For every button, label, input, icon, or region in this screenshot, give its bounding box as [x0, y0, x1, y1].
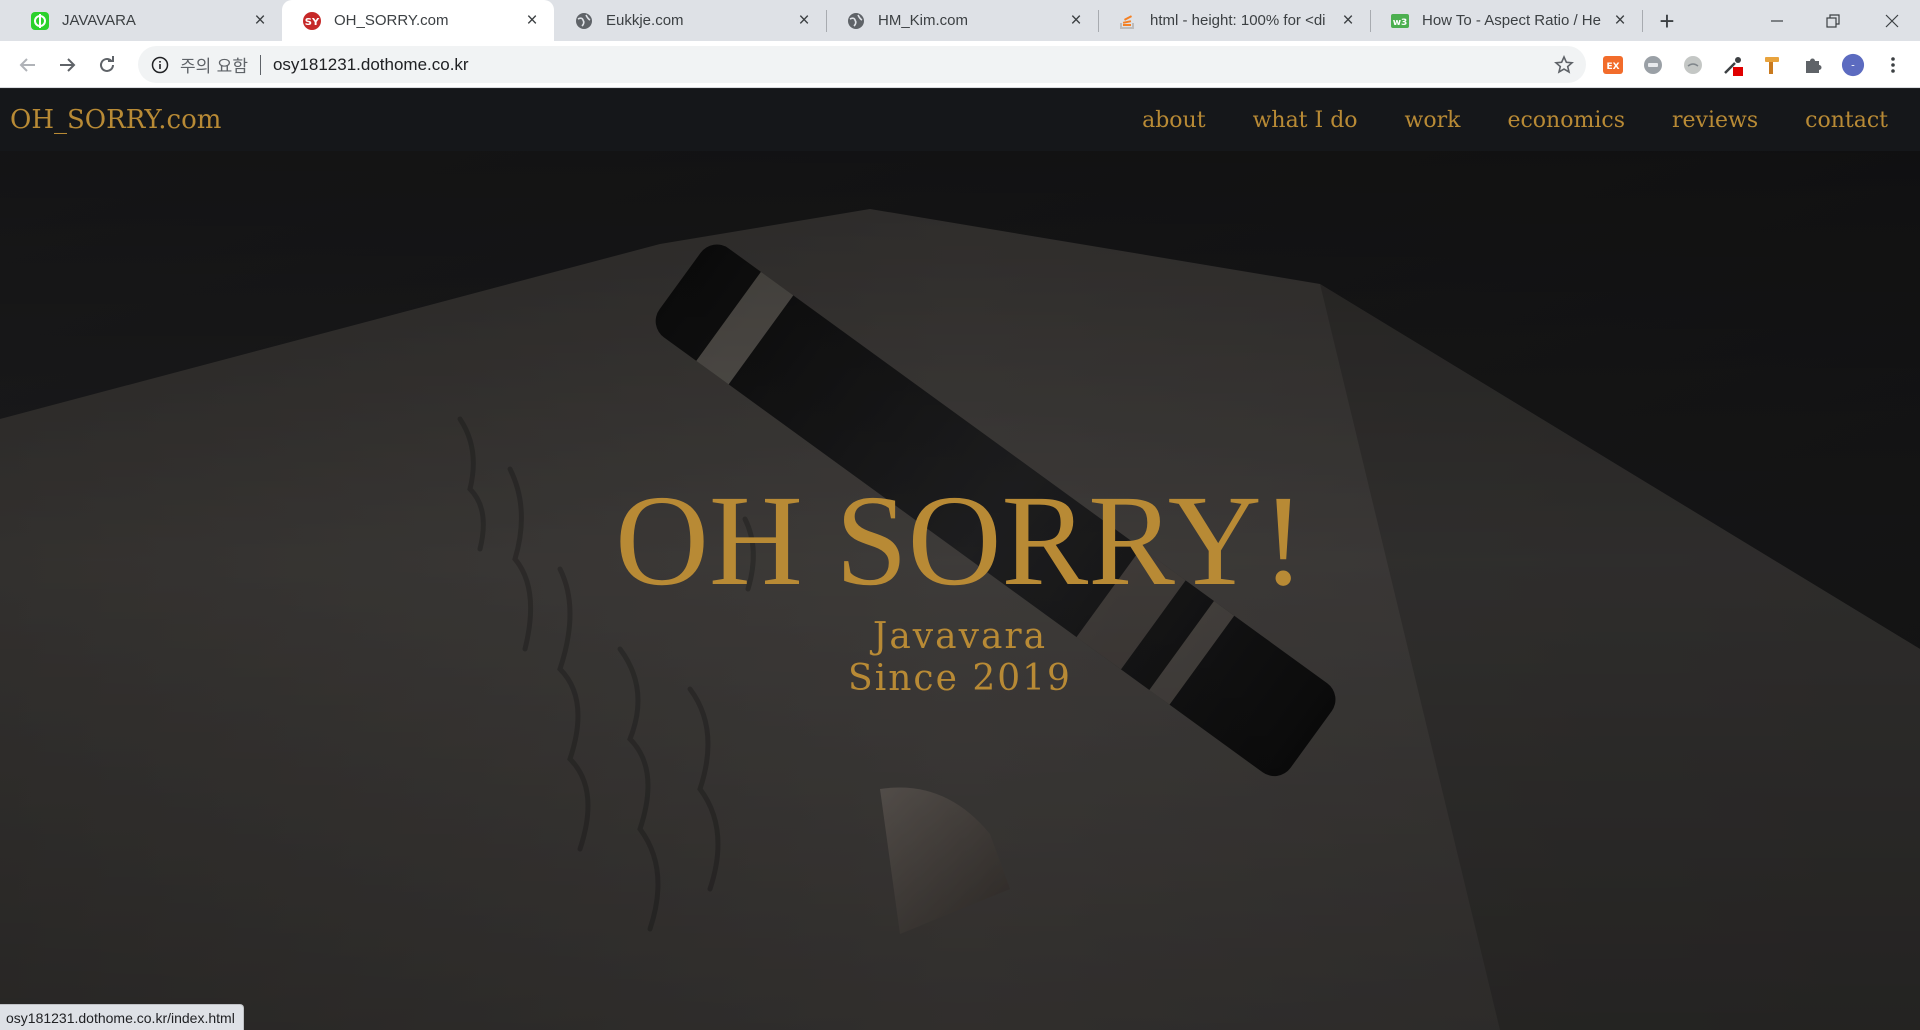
- stackoverflow-icon: [1118, 11, 1138, 31]
- minimize-icon: [1771, 19, 1783, 22]
- svg-text:-: -: [1851, 61, 1855, 72]
- hammer-extension-icon[interactable]: [1761, 53, 1785, 77]
- tab-title: JAVAVARA: [62, 12, 136, 29]
- tab-hm-kim[interactable]: HM_Kim.com ×: [826, 0, 1098, 41]
- nav-about[interactable]: about: [1142, 108, 1205, 133]
- close-icon: [1885, 14, 1899, 27]
- tab-title: OH_SORRY.com: [334, 12, 449, 29]
- tab-oh-sorry[interactable]: SY OH_SORRY.com ×: [282, 0, 554, 41]
- globe-icon: [846, 11, 866, 31]
- restore-button[interactable]: [1805, 0, 1861, 41]
- url-text[interactable]: osy181231.dothome.co.kr: [273, 55, 469, 75]
- forward-arrow-icon: [60, 58, 76, 72]
- new-tab-button[interactable]: +: [1652, 6, 1682, 36]
- site-menu: about what I do work economics reviews c…: [1142, 89, 1920, 151]
- hero-title: OH SORRY!: [615, 469, 1305, 613]
- hero-subtitle-name: Javavara: [872, 616, 1048, 657]
- tab-separator: [1642, 10, 1643, 32]
- svg-text:w3: w3: [1393, 18, 1408, 28]
- forward-button[interactable]: [51, 49, 83, 81]
- browser-toolbar: 주의 요함 osy181231.dothome.co.kr EX -: [0, 41, 1920, 88]
- close-tab-icon[interactable]: ×: [250, 10, 270, 31]
- ex-extension-icon[interactable]: EX: [1601, 53, 1625, 77]
- close-window-button[interactable]: [1864, 0, 1920, 41]
- puzzle-extensions-icon[interactable]: [1801, 53, 1825, 77]
- globe-icon: [574, 11, 594, 31]
- nav-what-i-do[interactable]: what I do: [1253, 108, 1358, 133]
- kebab-menu-icon[interactable]: [1881, 53, 1905, 77]
- site-navbar: OH_SORRY.com about what I do work econom…: [0, 89, 1920, 151]
- bookmark-star-icon[interactable]: [1552, 53, 1576, 77]
- tab-title: HM_Kim.com: [878, 12, 969, 29]
- profile-avatar[interactable]: -: [1841, 53, 1865, 77]
- tab-javavara[interactable]: JAVAVARA ×: [10, 0, 282, 41]
- back-arrow-icon: [19, 58, 35, 72]
- tab-strip: JAVAVARA × SY OH_SORRY.com × Eukkje.com …: [0, 0, 1920, 41]
- gray-extension-icon[interactable]: [1641, 53, 1665, 77]
- omnibox-divider: [259, 54, 261, 75]
- close-tab-icon[interactable]: ×: [1066, 10, 1086, 31]
- close-tab-icon[interactable]: ×: [522, 10, 542, 31]
- tab-stackoverflow[interactable]: html - height: 100% for <di ×: [1098, 0, 1370, 41]
- tab-title: How To - Aspect Ratio / He: [1422, 12, 1601, 29]
- svg-text:SY: SY: [305, 17, 320, 28]
- reload-icon: [100, 56, 114, 72]
- tab-eukkje[interactable]: Eukkje.com ×: [554, 0, 826, 41]
- link-status-bubble: osy181231.dothome.co.kr/index.html: [0, 1004, 244, 1030]
- nav-reviews[interactable]: reviews: [1672, 108, 1758, 133]
- eyedropper-extension-icon[interactable]: [1721, 53, 1745, 77]
- tab-title: Eukkje.com: [606, 12, 684, 29]
- address-bar[interactable]: 주의 요함 osy181231.dothome.co.kr: [138, 46, 1586, 83]
- nav-work[interactable]: work: [1405, 108, 1461, 133]
- oh-sorry-favicon-icon: SY: [302, 11, 322, 31]
- page-viewport: OH_SORRY.com about what I do work econom…: [0, 89, 1920, 1030]
- close-tab-icon[interactable]: ×: [794, 10, 814, 31]
- close-tab-icon[interactable]: ×: [1610, 10, 1630, 31]
- hero-subtitle-since: Since 2019: [848, 658, 1072, 699]
- restore-icon: [1826, 13, 1840, 28]
- svg-text:EX: EX: [1606, 62, 1619, 72]
- nav-economics[interactable]: economics: [1507, 108, 1625, 133]
- minimize-button[interactable]: [1749, 0, 1805, 41]
- security-warning-label[interactable]: 주의 요함: [180, 52, 248, 77]
- tab-title: html - height: 100% for <di: [1150, 12, 1326, 29]
- back-button[interactable]: [12, 49, 44, 81]
- javavara-favicon-icon: [30, 11, 50, 31]
- nav-contact[interactable]: contact: [1805, 108, 1888, 133]
- circle-extension-icon[interactable]: [1681, 53, 1705, 77]
- w3schools-icon: w3: [1390, 11, 1410, 31]
- reload-button[interactable]: [91, 49, 123, 81]
- close-tab-icon[interactable]: ×: [1338, 10, 1358, 31]
- tab-w3schools[interactable]: w3 How To - Aspect Ratio / He ×: [1370, 0, 1642, 41]
- site-logo[interactable]: OH_SORRY.com: [10, 105, 221, 135]
- info-icon[interactable]: [150, 55, 170, 75]
